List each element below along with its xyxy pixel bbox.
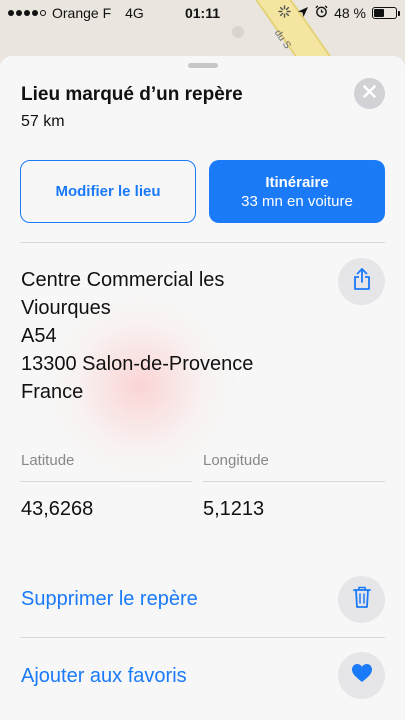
remove-pin-button[interactable]: Supprimer le repère bbox=[21, 588, 198, 611]
share-icon bbox=[352, 267, 372, 296]
longitude-value: 5,1213 bbox=[203, 498, 265, 520]
address-block: Centre Commercial les Viourques A54 1330… bbox=[21, 266, 253, 406]
carrier-name: Orange F bbox=[52, 5, 112, 21]
signal-strength-icon bbox=[8, 10, 46, 16]
close-icon bbox=[363, 84, 376, 103]
card-grabber[interactable] bbox=[187, 63, 218, 68]
share-button[interactable] bbox=[338, 258, 385, 305]
card-title: Lieu marqué d’un repère bbox=[21, 84, 243, 105]
place-card: Lieu marqué d’un repère 57 km Modifier l… bbox=[0, 56, 405, 720]
address-line: A54 bbox=[21, 325, 57, 347]
add-favorite-button[interactable]: Ajouter aux favoris bbox=[21, 665, 187, 688]
activity-spinner-icon bbox=[278, 5, 291, 21]
address-line: France bbox=[21, 381, 84, 403]
location-arrow-icon bbox=[297, 5, 309, 21]
address-line: Centre Commercial les bbox=[21, 269, 225, 291]
map-poi bbox=[232, 26, 244, 38]
battery-icon bbox=[372, 7, 400, 19]
address-line: 13300 Salon-de-Provence bbox=[21, 353, 254, 375]
latitude-label: Latitude bbox=[21, 452, 75, 469]
heart-icon bbox=[351, 663, 373, 688]
longitude-divider bbox=[203, 481, 385, 482]
longitude-label: Longitude bbox=[203, 452, 269, 469]
directions-button[interactable]: Itinéraire 33 mn en voiture bbox=[209, 160, 385, 223]
remove-pin-icon-button[interactable] bbox=[338, 576, 385, 623]
directions-detail: 33 mn en voiture bbox=[241, 192, 353, 210]
alarm-icon bbox=[315, 5, 328, 21]
status-right: 48 % bbox=[278, 5, 400, 21]
close-button[interactable] bbox=[354, 78, 385, 109]
status-time: 01:11 bbox=[184, 5, 221, 21]
card-distance: 57 km bbox=[21, 113, 65, 130]
trash-icon bbox=[352, 585, 372, 614]
battery-percent: 48 % bbox=[334, 5, 366, 21]
directions-label: Itinéraire bbox=[265, 173, 329, 191]
add-favorite-icon-button[interactable] bbox=[338, 652, 385, 699]
status-left: Orange F 4G bbox=[8, 5, 144, 21]
status-bar: Orange F 4G 01:11 48 % bbox=[0, 0, 405, 26]
divider bbox=[20, 637, 385, 638]
network-type: 4G bbox=[125, 5, 144, 21]
divider bbox=[20, 242, 385, 243]
latitude-divider bbox=[20, 481, 192, 482]
latitude-value: 43,6268 bbox=[21, 498, 94, 520]
edit-place-button[interactable]: Modifier le lieu bbox=[20, 160, 196, 223]
address-line: Viourques bbox=[21, 297, 111, 319]
